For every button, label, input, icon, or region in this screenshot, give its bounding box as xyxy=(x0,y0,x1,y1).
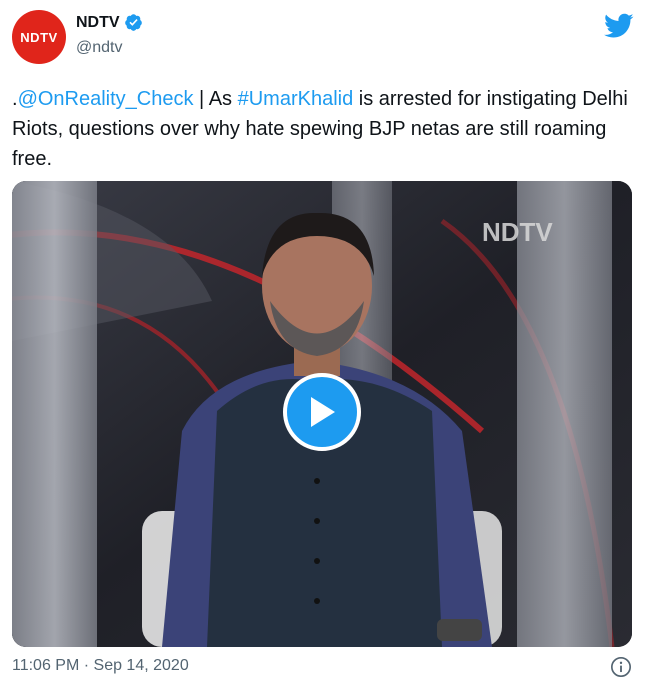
avatar[interactable]: NDTV xyxy=(12,10,66,64)
tweet-timestamp[interactable]: 11:06 PM · Sep 14, 2020 xyxy=(12,657,189,675)
info-icon[interactable] xyxy=(610,656,632,678)
author-name-row[interactable]: NDTV xyxy=(76,13,143,32)
play-icon xyxy=(311,397,335,427)
author-name[interactable]: NDTV xyxy=(76,14,120,32)
mention-link[interactable]: @OnReality_Check xyxy=(18,88,194,110)
avatar-logo-text: NDTV xyxy=(20,29,58,45)
play-button[interactable] xyxy=(283,373,361,451)
channel-watermark: NDTV xyxy=(482,217,553,247)
author-handle[interactable]: @ndtv xyxy=(76,39,122,57)
tweet-text: .@OnReality_Check | As #UmarKhalid is ar… xyxy=(12,84,632,174)
hashtag-link[interactable]: #UmarKhalid xyxy=(238,88,354,110)
verified-badge-icon xyxy=(124,14,142,31)
twitter-bird-icon[interactable] xyxy=(604,13,634,39)
tweet-card: NDTV NDTV @ndtv .@OnReality_Check | As #… xyxy=(0,0,649,688)
tweet-text-part1: | As xyxy=(193,88,238,110)
